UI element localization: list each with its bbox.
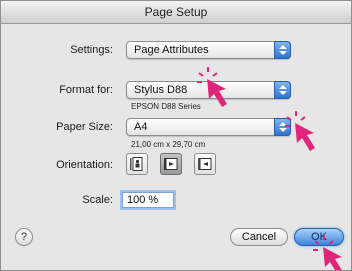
pointer-arrow-icon: [313, 235, 342, 270]
orientation-landscape-right-button[interactable]: [194, 153, 216, 175]
popup-arrows-icon: [274, 41, 291, 59]
help-button[interactable]: ?: [15, 228, 33, 246]
orientation-portrait-button[interactable]: [126, 153, 148, 175]
format-for-description: EPSON D88 Series: [131, 102, 201, 111]
cancel-button[interactable]: Cancel: [230, 228, 288, 246]
page-setup-window: Page Setup Settings: Page Attributes For…: [0, 0, 352, 271]
landscape-right-icon: [198, 158, 212, 170]
settings-popup[interactable]: Page Attributes: [126, 41, 291, 59]
pointer-arrow-icon: [197, 67, 227, 107]
orientation-landscape-left-button[interactable]: [160, 153, 182, 175]
orientation-label: Orientation:: [56, 159, 113, 171]
scale-input[interactable]: 100 %: [122, 192, 174, 208]
paper-size-value: A4: [134, 121, 148, 133]
settings-label: Settings:: [70, 44, 113, 56]
paper-size-popup[interactable]: A4: [126, 118, 291, 136]
landscape-left-icon: [164, 158, 178, 170]
popup-arrows-icon: [274, 81, 291, 99]
paper-size-dimensions: 21,00 cm x 29,70 cm: [131, 140, 206, 149]
paper-size-label: Paper Size:: [56, 121, 113, 133]
format-for-value: Stylus D88: [134, 84, 188, 96]
portrait-icon: [130, 157, 143, 171]
scale-value: 100 %: [127, 194, 159, 206]
scale-label: Scale:: [82, 194, 113, 206]
pointer-arrow-icon: [285, 111, 315, 151]
format-for-label: Format for:: [59, 84, 113, 96]
settings-value: Page Attributes: [134, 44, 209, 56]
window-title: Page Setup: [1, 1, 351, 24]
